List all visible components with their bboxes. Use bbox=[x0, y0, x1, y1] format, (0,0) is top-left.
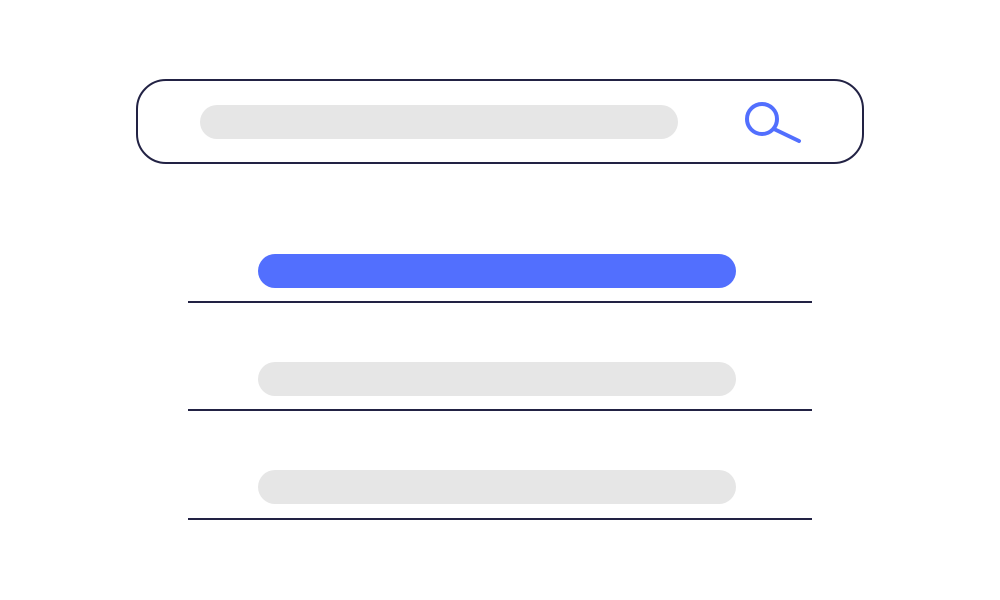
result-item-2[interactable] bbox=[258, 362, 736, 396]
search-icon[interactable] bbox=[741, 99, 803, 147]
result-divider bbox=[188, 518, 812, 520]
result-item-1[interactable] bbox=[258, 254, 736, 288]
result-divider bbox=[188, 301, 812, 303]
result-item-3[interactable] bbox=[258, 470, 736, 504]
search-bar[interactable] bbox=[136, 79, 864, 164]
result-divider bbox=[188, 409, 812, 411]
search-input[interactable] bbox=[200, 105, 678, 139]
